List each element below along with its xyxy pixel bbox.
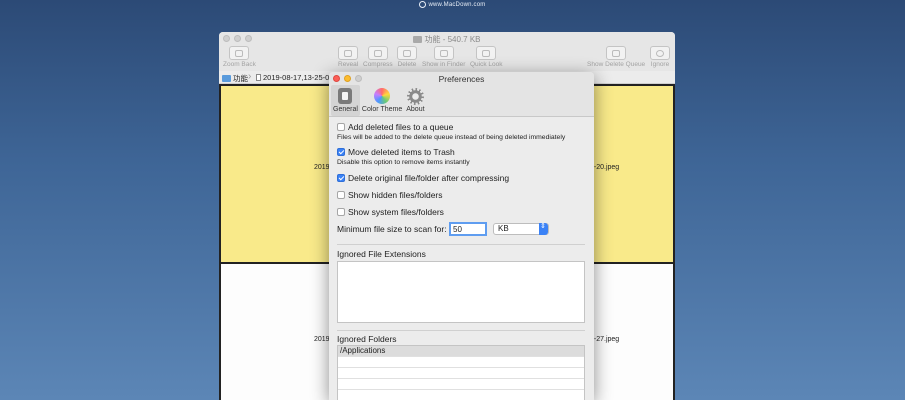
zoom-back-label: Zoom Back	[223, 61, 256, 68]
watermark: www.MacDown.com	[0, 1, 905, 8]
show-delete-queue-label: Show Delete Queue	[587, 61, 646, 68]
add-deleted-checkbox[interactable]	[337, 123, 345, 131]
preferences-tabs: General Color Theme About	[329, 85, 594, 117]
show-system-checkbox[interactable]	[337, 208, 345, 216]
tab-about-label: About	[406, 106, 425, 113]
move-trash-checkbox[interactable]	[337, 148, 345, 156]
window-title-text: 功能 - 540.7 KB	[424, 35, 481, 44]
divider	[337, 244, 585, 245]
folder-icon	[222, 75, 231, 82]
move-trash-label: Move deleted items to Trash	[348, 147, 455, 157]
min-size-label: Minimum file size to scan for:	[337, 224, 447, 234]
show-system-option[interactable]: Show system files/folders	[337, 207, 444, 217]
tab-general[interactable]: General	[331, 85, 360, 116]
reveal-icon	[338, 46, 359, 60]
add-deleted-option[interactable]: Add deleted files to a queue	[337, 122, 453, 132]
delete-label: Delete	[397, 61, 417, 68]
tab-color-theme[interactable]: Color Theme	[360, 85, 404, 116]
reveal-button[interactable]: Reveal	[338, 46, 358, 68]
trash-icon	[397, 46, 417, 60]
window-title: 功能 - 540.7 KB	[219, 34, 675, 45]
delete-original-option[interactable]: Delete original file/folder after compre…	[337, 173, 509, 183]
path-file[interactable]: 2019-08-17,13-25-02	[256, 73, 333, 82]
move-trash-option[interactable]: Move deleted items to Trash	[337, 147, 455, 157]
ignore-button[interactable]: Ignore	[650, 46, 670, 68]
color-wheel-icon	[374, 88, 391, 104]
preferences-window: Preferences General Color Theme About Ad…	[329, 72, 594, 400]
file-icon	[256, 74, 261, 81]
show-hidden-option[interactable]: Show hidden files/folders	[337, 190, 443, 200]
min-size-input[interactable]: 50	[449, 222, 487, 236]
cell-label: 2019	[314, 164, 330, 171]
unit-select-value: KB	[498, 224, 509, 233]
show-delete-queue-button[interactable]: Show Delete Queue	[587, 46, 645, 68]
ignored-extensions-label: Ignored File Extensions	[337, 249, 426, 259]
path-folder[interactable]: 功能	[222, 73, 248, 84]
general-icon	[338, 88, 353, 104]
ignored-folders-label: Ignored Folders	[337, 334, 397, 344]
list-item[interactable]	[338, 379, 584, 390]
delete-original-checkbox[interactable]	[337, 174, 345, 182]
preferences-titlebar: Preferences	[329, 72, 594, 85]
delete-button[interactable]: Delete	[397, 46, 417, 68]
add-deleted-label: Add deleted files to a queue	[348, 122, 454, 132]
list-item[interactable]	[338, 390, 584, 400]
path-folder-label: 功能	[233, 74, 248, 83]
chevron-right-icon: ›	[248, 71, 252, 82]
list-item[interactable]: /Applications	[338, 346, 584, 357]
main-titlebar: 功能 - 540.7 KB Zoom Back Reveal Compress …	[219, 32, 675, 71]
compress-icon	[367, 46, 388, 60]
ignore-label: Ignore	[650, 61, 670, 68]
folder-icon	[413, 36, 423, 43]
eye-icon	[476, 46, 497, 60]
quick-look-label: Quick Look	[470, 61, 503, 68]
delete-original-label: Delete original file/folder after compre…	[348, 173, 510, 183]
tab-color-theme-label: Color Theme	[361, 106, 403, 113]
ignored-extensions-textarea[interactable]	[337, 261, 585, 323]
queue-icon	[606, 46, 627, 60]
cell-label: 5-27.jpeg	[590, 336, 620, 343]
gear-icon	[406, 88, 424, 105]
reveal-label: Reveal	[338, 61, 359, 68]
list-item[interactable]	[338, 368, 584, 379]
quick-look-button[interactable]: Quick Look	[470, 46, 503, 68]
tab-about[interactable]: About	[404, 85, 426, 116]
ignore-icon	[650, 46, 670, 60]
move-trash-description: Disable this option to remove items inst…	[337, 159, 470, 166]
finder-icon	[433, 46, 454, 60]
preferences-title: Preferences	[438, 74, 485, 84]
add-deleted-description: Files will be added to the delete queue …	[337, 134, 566, 141]
watermark-logo-icon	[419, 1, 427, 8]
compress-label: Compress	[363, 61, 393, 68]
compress-button[interactable]: Compress	[363, 46, 393, 68]
path-file-label: 2019-08-17,13-25-02	[263, 73, 334, 82]
zoom-back-icon	[229, 46, 250, 60]
cell-label: 5-20.jpeg	[590, 164, 620, 171]
show-in-finder-button[interactable]: Show in Finder	[422, 46, 465, 68]
show-system-label: Show system files/folders	[348, 207, 444, 217]
divider	[337, 330, 585, 331]
tab-general-label: General	[333, 106, 358, 113]
preferences-body: Add deleted files to a queue Files will …	[329, 117, 594, 217]
zoom-back-button[interactable]: Zoom Back	[223, 46, 256, 68]
list-item[interactable]	[338, 357, 584, 368]
show-hidden-checkbox[interactable]	[337, 191, 345, 199]
watermark-text: www.MacDown.com	[428, 2, 486, 9]
cell-label: 2019	[314, 336, 330, 343]
show-in-finder-label: Show in Finder	[422, 61, 466, 68]
ignored-folders-list[interactable]: /Applications	[337, 345, 585, 400]
unit-select[interactable]: KB	[493, 222, 549, 235]
show-hidden-label: Show hidden files/folders	[348, 190, 443, 200]
select-arrows-icon	[539, 222, 548, 235]
